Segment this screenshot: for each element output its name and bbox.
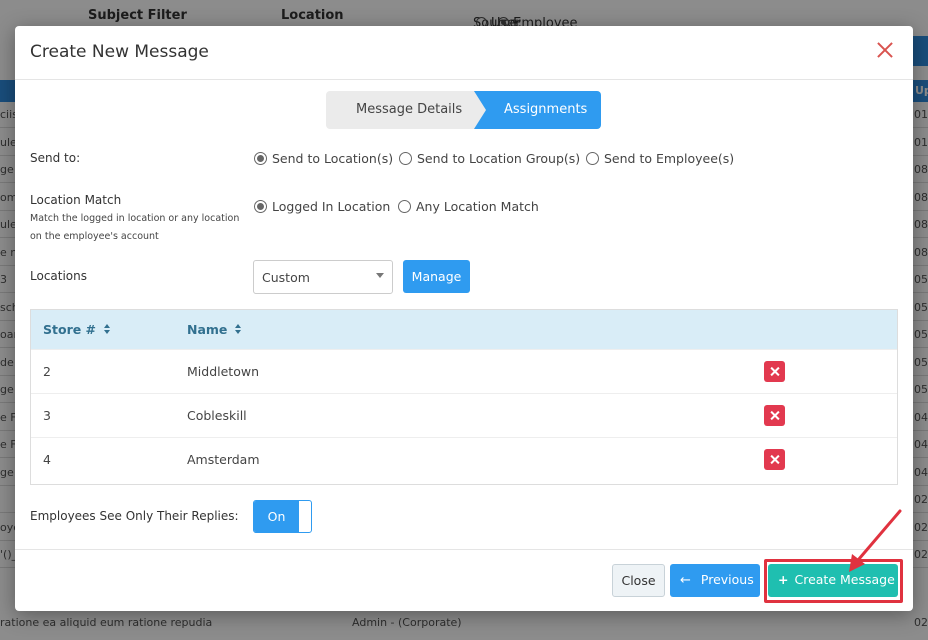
table-row: 4 Amsterdam xyxy=(31,437,897,481)
header-store-label: Store # xyxy=(43,322,97,337)
remove-location-button[interactable] xyxy=(764,449,785,470)
radio-logged-in-location[interactable]: Logged In Location xyxy=(254,199,390,214)
locations-label: Locations xyxy=(30,269,88,283)
store-number: 2 xyxy=(43,364,51,379)
location-name: Amsterdam xyxy=(187,452,260,467)
manage-button[interactable]: Manage xyxy=(403,260,470,293)
step-message-details[interactable]: Message Details xyxy=(326,91,486,129)
wizard-steps: Message Details Assignments xyxy=(326,91,601,129)
locations-table: Store # Name 2 Middletown 3 Cobleskill 4… xyxy=(30,309,898,485)
toggle-on-label: On xyxy=(254,501,299,532)
sort-icon xyxy=(104,324,111,335)
header-name-label: Name xyxy=(187,322,228,337)
modal-title: Create New Message xyxy=(30,42,209,62)
store-number: 4 xyxy=(43,452,51,467)
close-icon[interactable] xyxy=(875,40,895,60)
location-name: Middletown xyxy=(187,364,259,379)
red-arrow-annotation xyxy=(849,509,902,572)
chevron-down-icon xyxy=(376,273,384,278)
header-store[interactable]: Store # xyxy=(43,322,111,337)
replies-label: Employees See Only Their Replies: xyxy=(30,509,239,523)
location-match-label: Location Match xyxy=(30,193,122,207)
table-row: 3 Cobleskill xyxy=(31,393,897,437)
locations-select-value: Custom xyxy=(262,270,310,285)
remove-location-button[interactable] xyxy=(764,405,785,426)
location-name: Cobleskill xyxy=(187,408,247,423)
table-row: 2 Middletown xyxy=(31,349,897,393)
store-number: 3 xyxy=(43,408,51,423)
remove-location-button[interactable] xyxy=(764,361,785,382)
sort-icon xyxy=(235,324,242,335)
table-header: Store # Name xyxy=(31,310,897,349)
location-match-help: Match the logged in location or any loca… xyxy=(30,213,240,242)
modal-header: Create New Message xyxy=(15,26,913,80)
locations-select[interactable]: Custom xyxy=(253,260,393,294)
radio-send-to-locations[interactable]: Send to Location(s) xyxy=(254,151,393,166)
send-to-label: Send to: xyxy=(30,151,81,165)
step-assignments[interactable]: Assignments xyxy=(474,91,601,129)
radio-send-to-employees[interactable]: Send to Employee(s) xyxy=(586,151,734,166)
radio-any-location-match[interactable]: Any Location Match xyxy=(398,199,539,214)
previous-label: Previous xyxy=(700,572,754,587)
previous-button[interactable]: ← Previous xyxy=(670,564,760,597)
arrow-left-icon: ← xyxy=(680,573,691,588)
close-button[interactable]: Close xyxy=(612,564,665,597)
create-message-modal: Create New Message Message Details Assig… xyxy=(15,26,913,611)
header-name[interactable]: Name xyxy=(187,322,242,337)
radio-send-to-location-groups[interactable]: Send to Location Group(s) xyxy=(399,151,580,166)
replies-toggle[interactable]: On xyxy=(253,500,312,533)
